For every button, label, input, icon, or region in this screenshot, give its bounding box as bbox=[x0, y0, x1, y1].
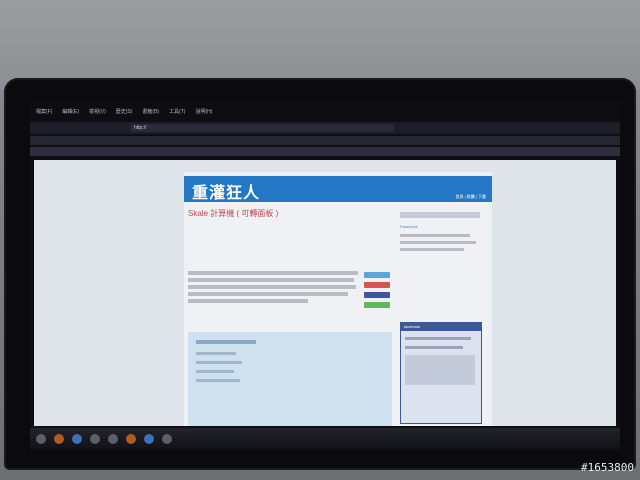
menu-bookmarks[interactable]: 書籤(B) bbox=[142, 108, 159, 118]
share-button-2[interactable] bbox=[364, 282, 390, 288]
tabs-bar bbox=[30, 147, 620, 156]
blog-title[interactable]: 重灌狂人 bbox=[192, 179, 260, 203]
menu-view[interactable]: 檢視(V) bbox=[89, 108, 106, 118]
windows-taskbar bbox=[30, 428, 620, 450]
app-icon-5[interactable] bbox=[162, 434, 172, 444]
web-page: 重灌狂人 首頁 | 軟體 | 下載 Skale 計算機 ( 可轉面板 ) Fac… bbox=[34, 160, 616, 426]
share-button-1[interactable] bbox=[364, 272, 390, 278]
start-button-icon[interactable] bbox=[36, 434, 46, 444]
info-title bbox=[196, 340, 256, 344]
sidebar-link[interactable]: Facebook bbox=[400, 224, 488, 230]
bookmarks-bar bbox=[30, 136, 620, 145]
share-button-4[interactable] bbox=[364, 302, 390, 308]
app-icon-2[interactable] bbox=[108, 434, 118, 444]
menu-tools[interactable]: 工具(T) bbox=[169, 108, 185, 118]
post-title[interactable]: Skale 計算機 ( 可轉面板 ) bbox=[188, 208, 278, 219]
blog-sidebar: Facebook facebook bbox=[400, 212, 488, 424]
menu-edit[interactable]: 編輯(E) bbox=[62, 108, 79, 118]
watermark: #1653800 bbox=[581, 461, 634, 474]
app-icon-4[interactable] bbox=[144, 434, 154, 444]
blog-container: 重灌狂人 首頁 | 軟體 | 下載 Skale 計算機 ( 可轉面板 ) Fac… bbox=[184, 172, 492, 426]
background-wall bbox=[0, 0, 640, 90]
facebook-header: facebook bbox=[401, 323, 481, 331]
explorer-icon[interactable] bbox=[72, 434, 82, 444]
app-icon-1[interactable] bbox=[90, 434, 100, 444]
blog-banner: 重灌狂人 首頁 | 軟體 | 下載 bbox=[184, 176, 492, 202]
firefox-icon[interactable] bbox=[54, 434, 64, 444]
menu-file[interactable]: 檔案(F) bbox=[36, 108, 52, 118]
sidebar-search[interactable] bbox=[400, 212, 480, 218]
menu-help[interactable]: 說明(H) bbox=[195, 108, 212, 118]
facebook-widget[interactable]: facebook bbox=[400, 322, 482, 424]
address-bar[interactable]: http:// bbox=[130, 124, 394, 132]
screen: 檔案(F) 編輯(E) 檢視(V) 歷史(S) 書籤(B) 工具(T) 說明(H… bbox=[30, 100, 620, 450]
post-paragraph bbox=[188, 268, 358, 306]
info-box bbox=[188, 332, 392, 426]
share-button-3[interactable] bbox=[364, 292, 390, 298]
browser-menubar: 檔案(F) 編輯(E) 檢視(V) 歷史(S) 書籤(B) 工具(T) 說明(H… bbox=[30, 108, 620, 118]
menu-history[interactable]: 歷史(S) bbox=[116, 108, 133, 118]
app-icon-3[interactable] bbox=[126, 434, 136, 444]
blog-nav[interactable]: 首頁 | 軟體 | 下載 bbox=[455, 194, 486, 200]
